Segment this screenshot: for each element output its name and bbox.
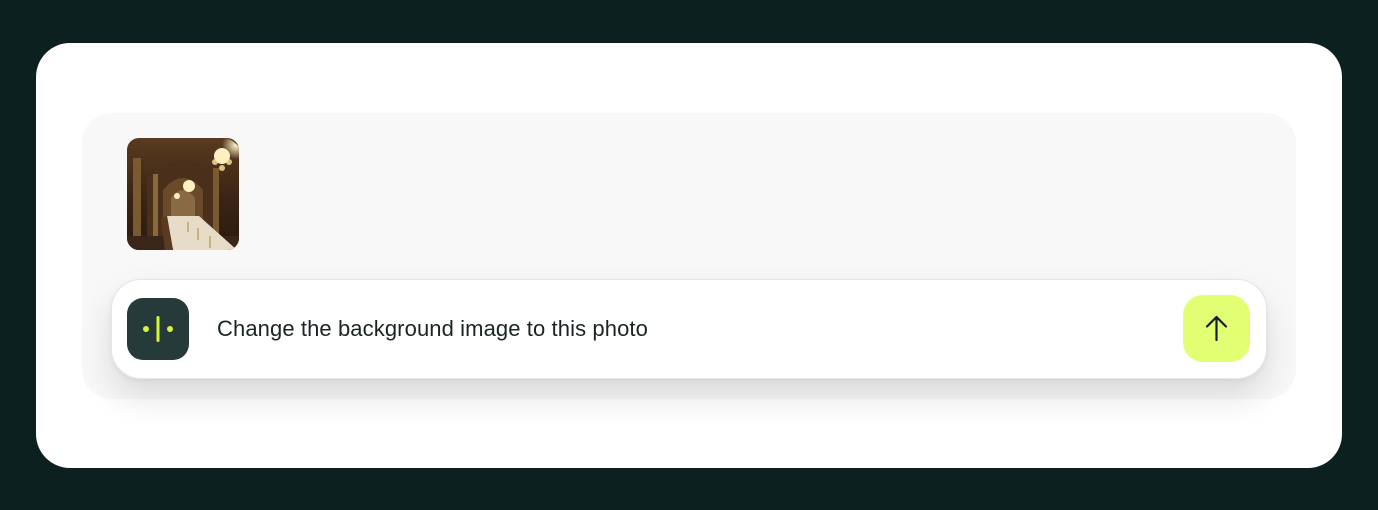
attached-image-thumbnail[interactable] — [127, 138, 239, 250]
send-button[interactable] — [1183, 295, 1250, 362]
assistant-logo-icon — [127, 298, 189, 360]
arrow-up-icon — [1205, 315, 1228, 342]
main-card: Change the background image to this phot… — [36, 43, 1342, 468]
chat-composer: Change the background image to this phot… — [82, 113, 1296, 399]
prompt-input-bar[interactable]: Change the background image to this phot… — [111, 279, 1267, 379]
prompt-input[interactable]: Change the background image to this phot… — [217, 280, 648, 378]
attached-photo-image — [127, 138, 239, 250]
